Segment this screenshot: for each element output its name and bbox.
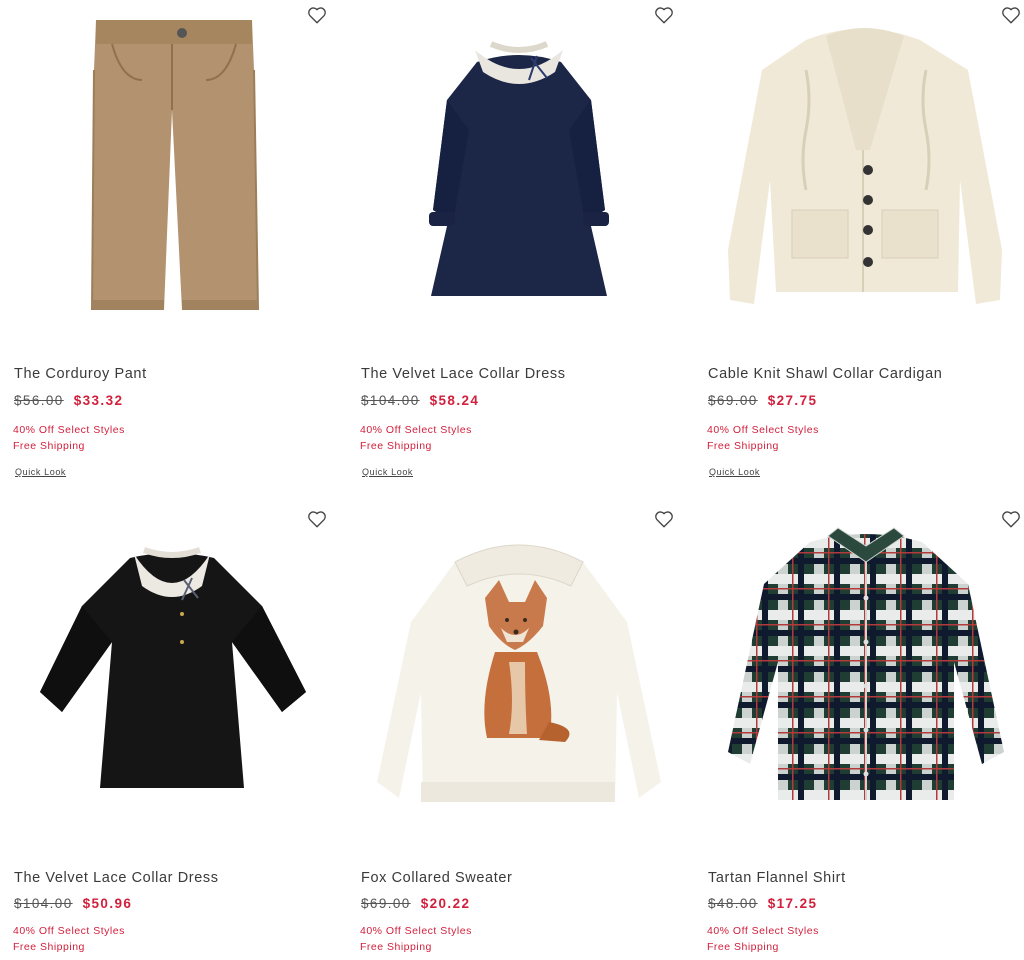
sale-price: $50.96 [82,896,133,911]
original-price: $48.00 [708,896,758,911]
navy-velvet-dress-image [429,41,609,296]
favorite-button[interactable] [306,4,330,28]
cable-knit-cardigan-image [728,28,1002,304]
product-grid: The Corduroy Pant $56.00 $33.32 40% Off S… [0,0,1024,960]
shipping-text: Free Shipping [360,941,432,953]
product-image[interactable] [359,0,677,340]
product-price: $104.00 $50.96 [14,896,132,911]
quick-look-link[interactable]: Quick Look [709,467,760,477]
heart-outline-icon [655,511,673,528]
product-name[interactable]: Tartan Flannel Shirt [708,870,846,886]
promo-text: 40% Off Select Styles [13,424,125,436]
product-name[interactable]: The Velvet Lace Collar Dress [14,870,219,886]
product-price: $69.00 $27.75 [708,393,817,408]
tartan-shirt-image [728,527,1004,800]
product-price: $104.00 $58.24 [361,393,479,408]
product-name[interactable]: The Corduroy Pant [14,366,147,382]
sale-price: $17.25 [767,896,818,911]
corduroy-pant-image [91,20,259,311]
product-price: $56.00 $33.32 [14,393,123,408]
heart-outline-icon [308,511,326,528]
product-image[interactable] [12,502,330,842]
heart-outline-icon [1002,7,1020,24]
product-card[interactable]: The Corduroy Pant $56.00 $33.32 40% Off S… [0,0,330,480]
product-card[interactable]: The Velvet Lace Collar Dress $104.00 $50.… [0,502,330,960]
favorite-button[interactable] [306,508,330,532]
shipping-text: Free Shipping [13,941,85,953]
product-card[interactable]: The Velvet Lace Collar Dress $104.00 $58.… [347,0,677,480]
favorite-button[interactable] [653,4,677,28]
heart-outline-icon [655,7,673,24]
product-price: $69.00 $20.22 [361,896,470,911]
quick-look-link[interactable]: Quick Look [362,467,413,477]
shipping-text: Free Shipping [707,440,779,452]
original-price: $104.00 [14,896,73,911]
promo-text: 40% Off Select Styles [707,925,819,937]
promo-text: 40% Off Select Styles [13,925,125,937]
product-card[interactable]: Fox Collared Sweater $69.00 $20.22 40% Of… [347,502,677,960]
shipping-text: Free Shipping [707,941,779,953]
product-image[interactable] [359,502,677,842]
promo-text: 40% Off Select Styles [707,424,819,436]
original-price: $104.00 [361,393,420,408]
product-image[interactable] [12,0,330,340]
heart-outline-icon [308,7,326,24]
sale-price: $27.75 [767,393,818,408]
promo-text: 40% Off Select Styles [360,925,472,937]
fox-sweater-image [377,544,661,802]
product-image[interactable] [706,502,1024,842]
black-velvet-dress-image [40,547,306,788]
favorite-button[interactable] [653,508,677,532]
original-price: $56.00 [14,393,64,408]
promo-text: 40% Off Select Styles [360,424,472,436]
heart-outline-icon [1002,511,1020,528]
shipping-text: Free Shipping [13,440,85,452]
original-price: $69.00 [708,393,758,408]
product-image[interactable] [706,0,1024,340]
original-price: $69.00 [361,896,411,911]
product-name[interactable]: The Velvet Lace Collar Dress [361,366,566,382]
product-card[interactable]: Cable Knit Shawl Collar Cardigan $69.00 $… [694,0,1024,480]
product-price: $48.00 $17.25 [708,896,817,911]
product-card[interactable]: Tartan Flannel Shirt $48.00 $17.25 40% Of… [694,502,1024,960]
quick-look-link[interactable]: Quick Look [15,467,66,477]
product-name[interactable]: Cable Knit Shawl Collar Cardigan [708,366,942,382]
sale-price: $58.24 [429,393,480,408]
favorite-button[interactable] [1000,508,1024,532]
product-name[interactable]: Fox Collared Sweater [361,870,512,886]
sale-price: $33.32 [73,393,124,408]
shipping-text: Free Shipping [360,440,432,452]
sale-price: $20.22 [420,896,471,911]
favorite-button[interactable] [1000,4,1024,28]
